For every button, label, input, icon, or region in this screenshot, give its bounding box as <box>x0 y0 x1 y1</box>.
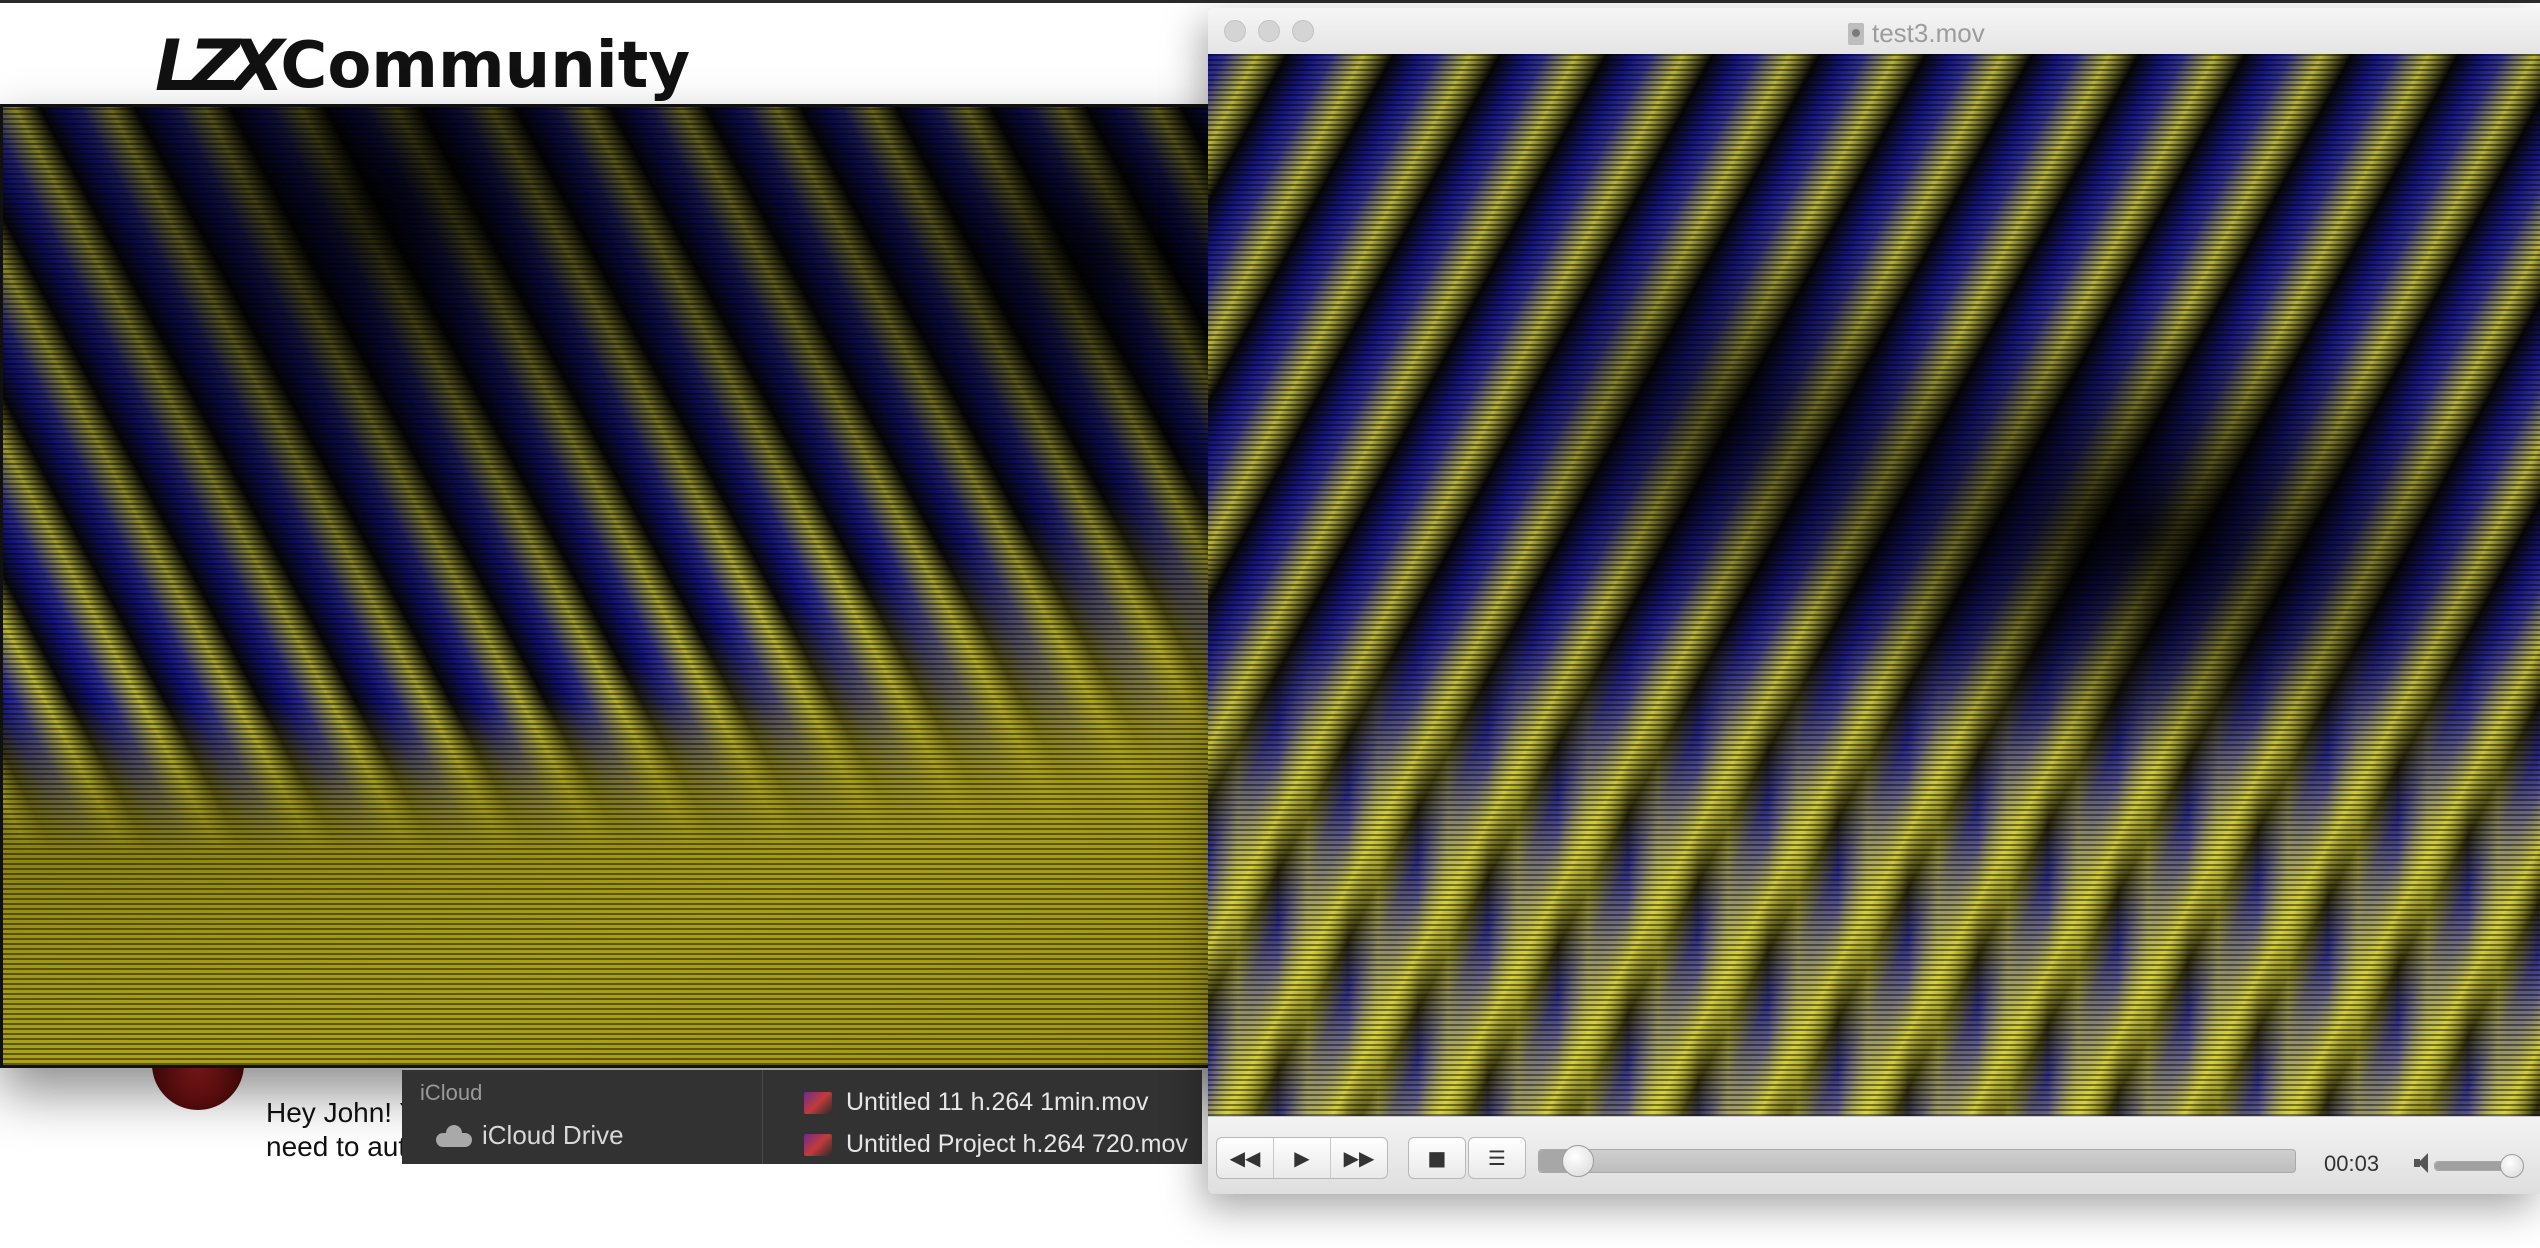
video-output-window[interactable] <box>0 104 1286 1068</box>
cloud-icon <box>436 1124 472 1147</box>
sidebar-item-icloud-drive[interactable]: iCloud Drive <box>436 1120 624 1151</box>
movie-thumbnail-icon <box>804 1133 832 1156</box>
logo-text: Community <box>280 29 691 103</box>
player-video-area[interactable] <box>1208 54 2540 1116</box>
sidebar-item-label: iCloud Drive <box>482 1120 624 1150</box>
window-title: test3.mov <box>1848 18 1985 49</box>
close-window-button[interactable] <box>1224 20 1246 42</box>
file-item[interactable]: Untitled 11 h.264 1min.mov <box>804 1088 1148 1117</box>
timeline-playhead[interactable] <box>1561 1145 1594 1177</box>
forum-header: LZX Community <box>0 3 1210 103</box>
rewind-button[interactable]: ◀◀ <box>1217 1138 1274 1178</box>
document-icon <box>1848 22 1864 45</box>
transport-buttons: ◀◀ ▶ ▶▶ <box>1216 1137 1388 1179</box>
player-controls: ◀◀ ▶ ▶▶ ■ ☰ 00:03 <box>1208 1116 2540 1194</box>
logo-mark: LZX <box>155 25 284 107</box>
movie-thumbnail-icon <box>804 1091 832 1114</box>
zoom-window-button[interactable] <box>1292 20 1314 42</box>
sidebar-section-label: iCloud <box>420 1080 483 1105</box>
player-window[interactable]: test3.mov ◀◀ ▶ ▶▶ ■ ☰ 00:03 <box>1208 8 2540 1194</box>
window-title-text: test3.mov <box>1872 18 1985 48</box>
file-name: Untitled 11 h.264 1min.mov <box>846 1088 1149 1116</box>
player-titlebar[interactable]: test3.mov <box>1208 8 2540 55</box>
playlist-button-group: ☰ <box>1468 1137 1526 1179</box>
timeline-scrubber[interactable] <box>1538 1145 2296 1177</box>
play-button[interactable]: ▶ <box>1274 1138 1331 1178</box>
finder-sidebar: iCloud iCloud Drive <box>402 1070 763 1164</box>
volume-knob[interactable] <box>2499 1154 2524 1178</box>
stop-button-group: ■ <box>1408 1137 1466 1179</box>
elapsed-time: 00:03 <box>2324 1151 2380 1176</box>
file-item[interactable]: Untitled Project h.264 720.mov <box>804 1130 1188 1159</box>
stop-button[interactable]: ■ <box>1409 1138 1465 1178</box>
minimize-window-button[interactable] <box>1258 20 1280 42</box>
scanline-overlay <box>1208 54 2540 1116</box>
fast-forward-button[interactable]: ▶▶ <box>1331 1138 1387 1178</box>
scanline-overlay <box>3 107 1283 1065</box>
volume-slider[interactable] <box>2434 1154 2524 1178</box>
file-name: Untitled Project h.264 720.mov <box>846 1130 1188 1158</box>
playlist-button[interactable]: ☰ <box>1469 1138 1525 1178</box>
lzx-community-logo[interactable]: LZX Community <box>155 31 690 101</box>
finder-window: iCloud iCloud Drive Untitled 11 h.264 1m… <box>402 1070 1202 1164</box>
